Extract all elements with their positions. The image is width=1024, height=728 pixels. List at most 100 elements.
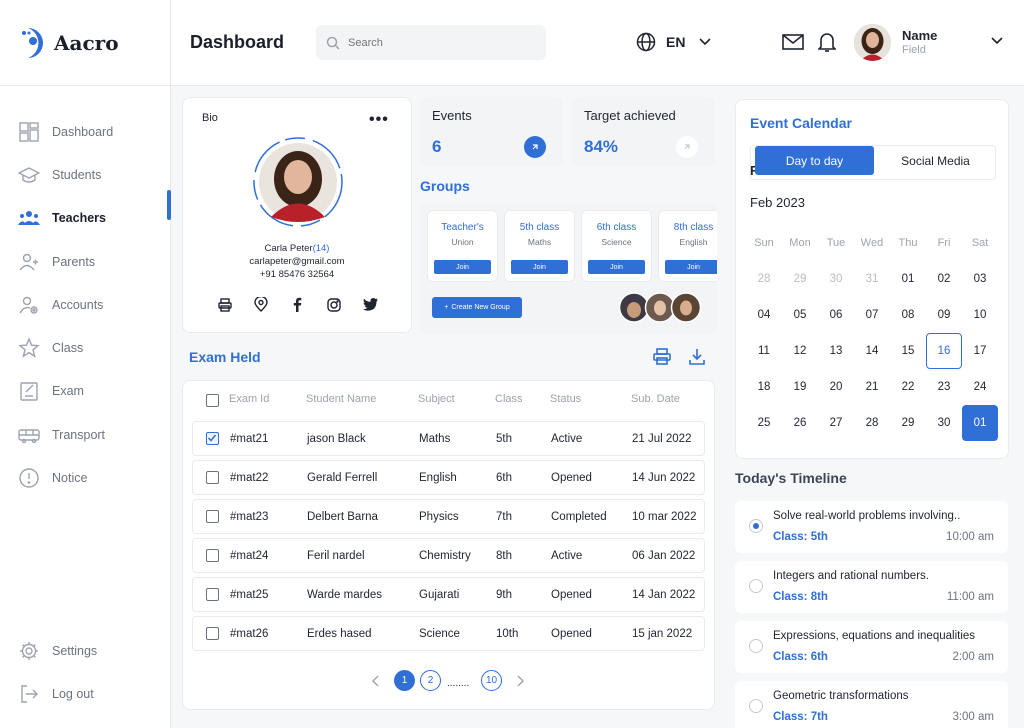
tab-day-to-day[interactable]: Day to day	[755, 146, 874, 175]
calendar-day[interactable]: 01	[890, 261, 926, 297]
table-row[interactable]: #mat21 jason Black Maths 5th Active 21 Jul 20…	[192, 421, 705, 456]
calendar-day[interactable]: 02	[926, 261, 962, 297]
sidebar-item-accounts[interactable]: Accounts	[0, 283, 171, 326]
print-button[interactable]	[653, 348, 671, 365]
calendar-day[interactable]: 07	[854, 297, 890, 333]
calendar-day-selected[interactable]: 01	[962, 405, 998, 441]
table-row[interactable]: #mat22 Gerald Ferrell English 6th Opened 14 J…	[192, 460, 705, 495]
timeline-item[interactable]: Solve real-world problems involving.. Cla…	[735, 501, 1008, 553]
calendar-day-today[interactable]: 16	[926, 333, 962, 369]
search-box[interactable]	[316, 25, 546, 60]
instagram-icon[interactable]	[327, 298, 341, 312]
calendar-day[interactable]: 10	[962, 297, 998, 333]
join-button[interactable]: Join	[665, 260, 717, 274]
table-row[interactable]: #mat24 Feril nardel Chemistry 8th Active 06 J…	[192, 538, 705, 573]
user-avatar[interactable]	[854, 24, 891, 61]
tab-social-media[interactable]: Social Media	[876, 146, 995, 175]
row-checkbox[interactable]	[206, 510, 219, 523]
calendar-day[interactable]: 06	[818, 297, 854, 333]
calendar-day[interactable]: 31	[854, 261, 890, 297]
printer-icon[interactable]	[218, 298, 232, 312]
calendar-day[interactable]: 05	[782, 297, 818, 333]
calendar-day[interactable]: 29	[782, 261, 818, 297]
join-button[interactable]: Join	[588, 260, 645, 274]
calendar-day[interactable]: 26	[782, 405, 818, 441]
search-input[interactable]	[348, 36, 528, 49]
location-icon[interactable]	[254, 297, 268, 312]
calendar-day[interactable]: 27	[818, 405, 854, 441]
calendar-day[interactable]: 28	[746, 261, 782, 297]
calendar-day[interactable]: 18	[746, 369, 782, 405]
select-all-checkbox[interactable]	[206, 394, 219, 407]
calendar-day[interactable]: 22	[890, 369, 926, 405]
sidebar-item-teachers[interactable]: Teachers	[0, 189, 171, 240]
sidebar-item-dashboard[interactable]: Dashboard	[0, 110, 171, 153]
calendar-day[interactable]: 14	[854, 333, 890, 369]
calendar-day[interactable]: 24	[962, 369, 998, 405]
group-card[interactable]: 8th class English Join	[658, 210, 717, 282]
calendar-day[interactable]: 28	[854, 405, 890, 441]
calendar-day[interactable]: 25	[746, 405, 782, 441]
twitter-icon[interactable]	[363, 298, 378, 311]
user-menu-button[interactable]	[990, 36, 1004, 46]
join-button[interactable]: Join	[511, 260, 568, 274]
row-checkbox[interactable]	[206, 627, 219, 640]
sidebar-item-exam[interactable]: Exam	[0, 370, 171, 413]
calendar-day[interactable]: 09	[926, 297, 962, 333]
calendar-day[interactable]: 13	[818, 333, 854, 369]
page-button-1[interactable]: 1	[394, 670, 415, 691]
next-page-icon[interactable]	[516, 675, 524, 687]
calendar-day[interactable]: 30	[926, 405, 962, 441]
row-checkbox[interactable]	[206, 471, 219, 484]
row-checkbox[interactable]	[206, 432, 219, 445]
calendar-day[interactable]: 21	[854, 369, 890, 405]
row-checkbox[interactable]	[206, 549, 219, 562]
timeline-item[interactable]: Expressions, equations and inequalities C…	[735, 621, 1008, 673]
page-button-10[interactable]: 10	[481, 670, 502, 691]
sidebar-item-students[interactable]: Students	[0, 153, 171, 196]
page-button-2[interactable]: 2	[420, 670, 441, 691]
table-row[interactable]: #mat26 Erdes hased Science 10th Opened 15 jan…	[192, 616, 705, 651]
events-arrow-button[interactable]	[524, 136, 546, 158]
calendar-day[interactable]: 23	[926, 369, 962, 405]
calendar-day[interactable]: 11	[746, 333, 782, 369]
row-checkbox[interactable]	[206, 588, 219, 601]
table-row[interactable]: #mat25 Warde mardes Gujarati 9th Opened 14 Ja…	[192, 577, 705, 612]
calendar-day[interactable]: 12	[782, 333, 818, 369]
calendar-day[interactable]: 04	[746, 297, 782, 333]
prev-page-icon[interactable]	[372, 675, 380, 687]
facebook-icon[interactable]	[292, 297, 302, 312]
active-indicator	[167, 189, 171, 220]
sidebar-item-transport[interactable]: Transport	[0, 413, 171, 456]
table-row[interactable]: #mat23 Delbert Barna Physics 7th Completed 10…	[192, 499, 705, 534]
calendar-day[interactable]: 30	[818, 261, 854, 297]
group-subtitle: Maths	[527, 237, 552, 247]
calendar-day[interactable]: 17	[962, 333, 998, 369]
group-card[interactable]: 6th class Science Join	[581, 210, 652, 282]
download-button[interactable]	[689, 348, 705, 365]
sidebar-item-parents[interactable]: Parents	[0, 240, 171, 283]
group-card[interactable]: Teacher's Union Join	[427, 210, 498, 282]
create-group-button[interactable]: + Create New Group	[432, 297, 522, 318]
cell-class: 5th	[496, 433, 512, 445]
target-arrow-button[interactable]	[676, 136, 698, 158]
mail-button[interactable]	[782, 32, 804, 52]
calendar-day[interactable]: 15	[890, 333, 926, 369]
calendar-day[interactable]: 19	[782, 369, 818, 405]
timeline-item[interactable]: Integers and rational numbers. Class: 8th…	[735, 561, 1008, 613]
timeline-item[interactable]: Geometric transformations Class: 7th 3:00 …	[735, 681, 1008, 728]
calendar-day[interactable]: 29	[890, 405, 926, 441]
calendar-day[interactable]: 03	[962, 261, 998, 297]
language-selector[interactable]: EN	[636, 32, 712, 52]
group-card[interactable]: 5th class Maths Join	[504, 210, 575, 282]
join-button[interactable]: Join	[434, 260, 491, 274]
sidebar-item-settings[interactable]: Settings	[0, 629, 171, 672]
sidebar-item-notice[interactable]: Notice	[0, 456, 171, 499]
notification-button[interactable]	[818, 31, 836, 53]
sidebar-item-class[interactable]: Class	[0, 326, 171, 369]
more-options-icon[interactable]: •••	[369, 111, 389, 129]
calendar-day[interactable]: 08	[890, 297, 926, 333]
calendar-day[interactable]: 20	[818, 369, 854, 405]
sidebar-item-logout[interactable]: Log out	[0, 672, 171, 715]
logo[interactable]: Aacro	[0, 0, 170, 86]
